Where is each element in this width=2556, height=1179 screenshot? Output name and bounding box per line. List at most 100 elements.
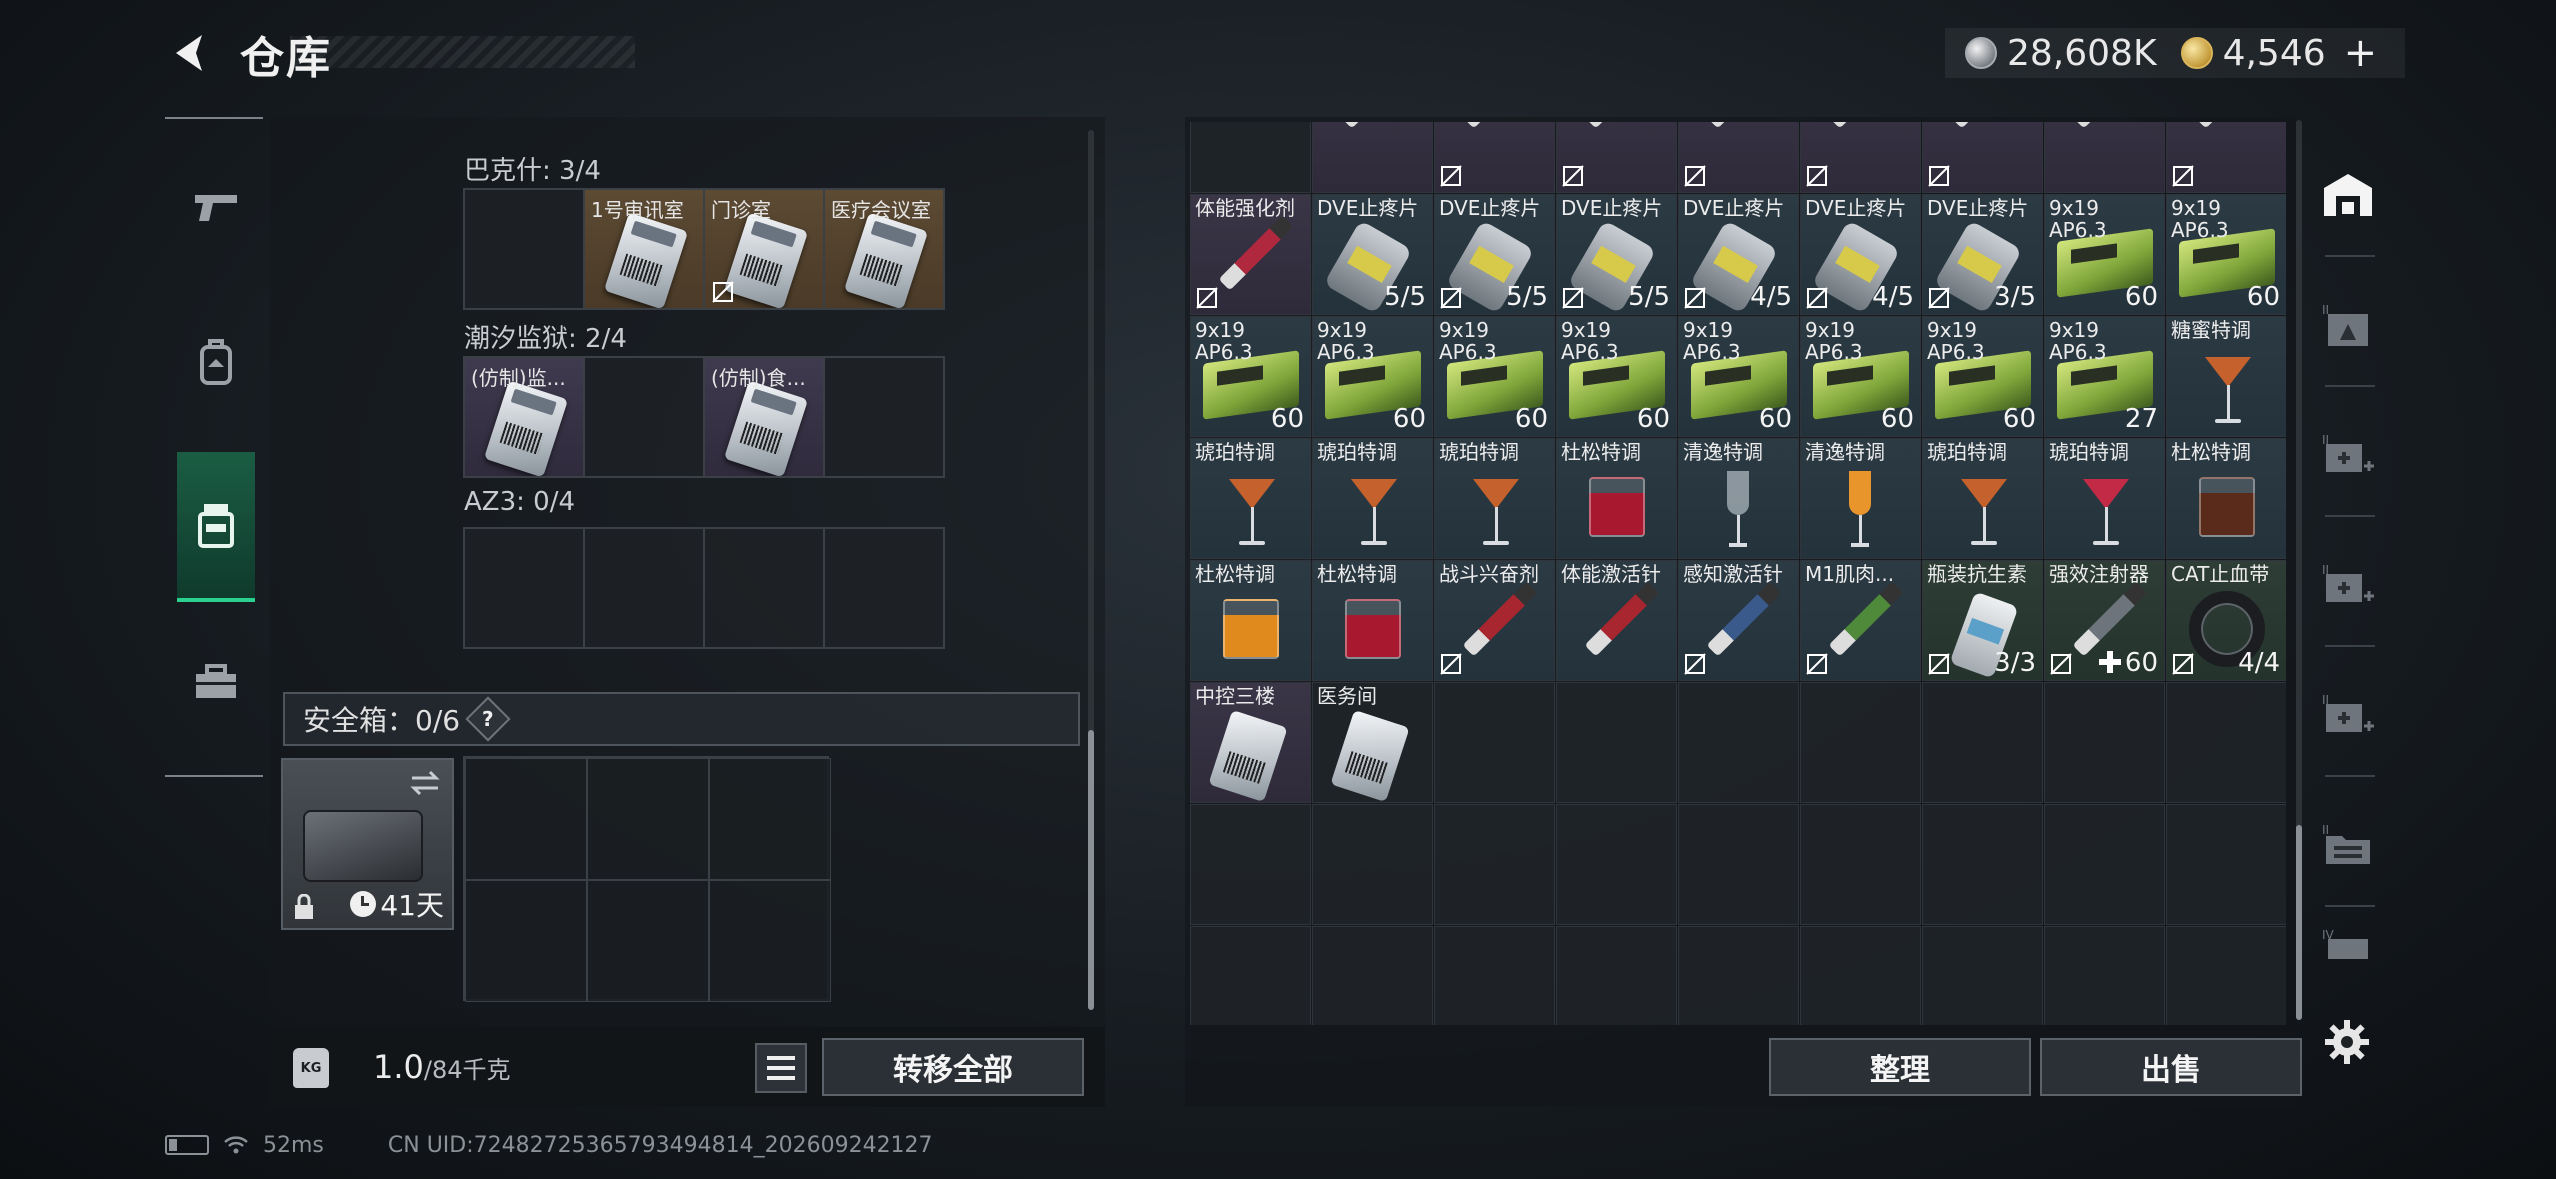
inventory-item[interactable]: [1922, 122, 2043, 193]
safebox-slot[interactable]: [465, 880, 587, 1002]
inventory-item[interactable]: 体能强化剂: [1190, 194, 1311, 315]
inventory-item[interactable]: 9x19 AP6.3 60: [1922, 316, 2043, 437]
settings-button[interactable]: [2320, 1015, 2374, 1069]
inventory-item[interactable]: DVE止疼片 5/5: [1434, 194, 1555, 315]
inventory-item[interactable]: 瓶装抗生素 3/3: [1922, 560, 2043, 681]
inventory-slot-empty[interactable]: [2166, 926, 2286, 1025]
inventory-item[interactable]: 9x19 AP6.3 60: [1312, 316, 1433, 437]
inventory-slot-empty[interactable]: [2166, 682, 2286, 803]
help-button[interactable]: ?: [465, 696, 511, 742]
inventory-item[interactable]: 糖蜜特调: [2166, 316, 2286, 437]
inventory-item[interactable]: 琥珀特调: [1434, 438, 1555, 559]
inventory-item[interactable]: 9x19 AP6.3 60: [1800, 316, 1921, 437]
safebox-slot[interactable]: [709, 880, 831, 1002]
inventory-slot-empty[interactable]: [1434, 804, 1555, 925]
nav-items[interactable]: [177, 607, 255, 757]
inventory-slot-empty[interactable]: [1434, 926, 1555, 1025]
transfer-all-button[interactable]: 转移全部: [822, 1038, 1084, 1096]
nav-weapons[interactable]: [177, 132, 255, 282]
add-currency-button[interactable]: +: [2344, 30, 2378, 76]
inventory-slot-empty[interactable]: [2044, 926, 2165, 1025]
inventory-slot-empty[interactable]: [1922, 926, 2043, 1025]
inventory-item[interactable]: DVE止疼片 4/5: [1800, 194, 1921, 315]
keycard-slot[interactable]: (仿制)食...: [703, 356, 825, 478]
inventory-item[interactable]: [1800, 122, 1921, 193]
inventory-item[interactable]: 感知激活针: [1678, 560, 1799, 681]
inventory-item[interactable]: 清逸特调: [1800, 438, 1921, 559]
inventory-item[interactable]: 琥珀特调: [1190, 438, 1311, 559]
right-scrollbar-thumb[interactable]: [2296, 825, 2302, 1020]
inventory-slot-empty[interactable]: [1678, 682, 1799, 803]
list-view-button[interactable]: [755, 1043, 807, 1093]
inventory-item[interactable]: 琥珀特调: [1312, 438, 1433, 559]
inventory-slot-empty[interactable]: [1312, 804, 1433, 925]
inventory-item[interactable]: 战斗兴奋剂: [1434, 560, 1555, 681]
inventory-slot-empty[interactable]: [1190, 926, 1311, 1025]
keycard-slot[interactable]: 1号审讯室: [583, 188, 705, 310]
keycard-slot-empty[interactable]: [583, 527, 705, 649]
warehouse-tab-7[interactable]: IV: [2315, 915, 2381, 975]
keycard-slot-empty[interactable]: [583, 356, 705, 478]
inventory-item[interactable]: [2044, 122, 2165, 193]
inventory-slot-empty[interactable]: [1434, 682, 1555, 803]
inventory-item[interactable]: 清逸特调: [1678, 438, 1799, 559]
inventory-slot-empty[interactable]: [1556, 804, 1677, 925]
inventory-slot-empty[interactable]: [2044, 682, 2165, 803]
inventory-item[interactable]: DVE止疼片 5/5: [1556, 194, 1677, 315]
inventory-item[interactable]: [2166, 122, 2286, 193]
inventory-slot-empty[interactable]: [1190, 804, 1311, 925]
safebox-slot[interactable]: [587, 758, 709, 880]
inventory-slot-empty[interactable]: [1800, 926, 1921, 1025]
inventory-item[interactable]: CAT止血带 4/4: [2166, 560, 2286, 681]
safebox-case[interactable]: 41天: [281, 758, 454, 930]
inventory-item[interactable]: 体能激活针: [1556, 560, 1677, 681]
inventory-item[interactable]: 9x19 AP6.3 60: [2166, 194, 2286, 315]
inventory-item[interactable]: 9x19 AP6.3 60: [1434, 316, 1555, 437]
inventory-slot-empty[interactable]: [1556, 926, 1677, 1025]
safebox-slot[interactable]: [465, 758, 587, 880]
inventory-item[interactable]: 杜松特调: [2166, 438, 2286, 559]
keycard-slot[interactable]: 门诊室: [703, 188, 825, 310]
inventory-item[interactable]: 琥珀特调: [1922, 438, 2043, 559]
keycard-slot-empty[interactable]: [703, 527, 825, 649]
warehouse-tab-5[interactable]: II: [2315, 660, 2381, 770]
inventory-item[interactable]: DVE止疼片 3/5: [1922, 194, 2043, 315]
keycard-slot-empty[interactable]: [823, 356, 945, 478]
inventory-slot-empty[interactable]: [1678, 926, 1799, 1025]
inventory-item[interactable]: [1556, 122, 1677, 193]
inventory-item[interactable]: [1678, 122, 1799, 193]
inventory-slot-empty[interactable]: [1678, 804, 1799, 925]
safebox-slot[interactable]: [587, 880, 709, 1002]
inventory-slot-empty[interactable]: [1922, 682, 2043, 803]
warehouse-tab-6[interactable]: II: [2315, 790, 2381, 900]
left-scrollbar-thumb[interactable]: [1088, 730, 1094, 1010]
inventory-item[interactable]: 医务间: [1312, 682, 1433, 803]
inventory-item[interactable]: [1312, 122, 1433, 193]
nav-consumables[interactable]: [177, 452, 255, 602]
inventory-slot-empty[interactable]: [1556, 682, 1677, 803]
warehouse-tab-3[interactable]: II: [2315, 400, 2381, 510]
inventory-item[interactable]: [1190, 122, 1311, 193]
inventory-item[interactable]: 琥珀特调: [2044, 438, 2165, 559]
inventory-slot-empty[interactable]: [1800, 682, 1921, 803]
inventory-item[interactable]: 9x19 AP6.3 27: [2044, 316, 2165, 437]
inventory-slot-empty[interactable]: [2044, 804, 2165, 925]
inventory-item[interactable]: 杜松特调: [1556, 438, 1677, 559]
warehouse-tab-main[interactable]: [2315, 140, 2381, 250]
keycard-slot-empty[interactable]: [463, 188, 585, 310]
inventory-item[interactable]: [1434, 122, 1555, 193]
inventory-item[interactable]: 杜松特调: [1312, 560, 1433, 681]
safebox-slot[interactable]: [709, 758, 831, 880]
inventory-item[interactable]: M1肌肉...: [1800, 560, 1921, 681]
warehouse-tab-2[interactable]: II: [2315, 270, 2381, 380]
inventory-item[interactable]: 9x19 AP6.3 60: [2044, 194, 2165, 315]
keycard-slot-empty[interactable]: [823, 527, 945, 649]
sell-button[interactable]: 出售: [2040, 1038, 2302, 1096]
inventory-item[interactable]: 强效注射器 60: [2044, 560, 2165, 681]
inventory-item[interactable]: 9x19 AP6.3 60: [1678, 316, 1799, 437]
keycard-slot[interactable]: 医疗会议室: [823, 188, 945, 310]
inventory-slot-empty[interactable]: [1312, 926, 1433, 1025]
back-button[interactable]: [160, 28, 220, 78]
inventory-slot-empty[interactable]: [1922, 804, 2043, 925]
inventory-item[interactable]: DVE止疼片 4/5: [1678, 194, 1799, 315]
